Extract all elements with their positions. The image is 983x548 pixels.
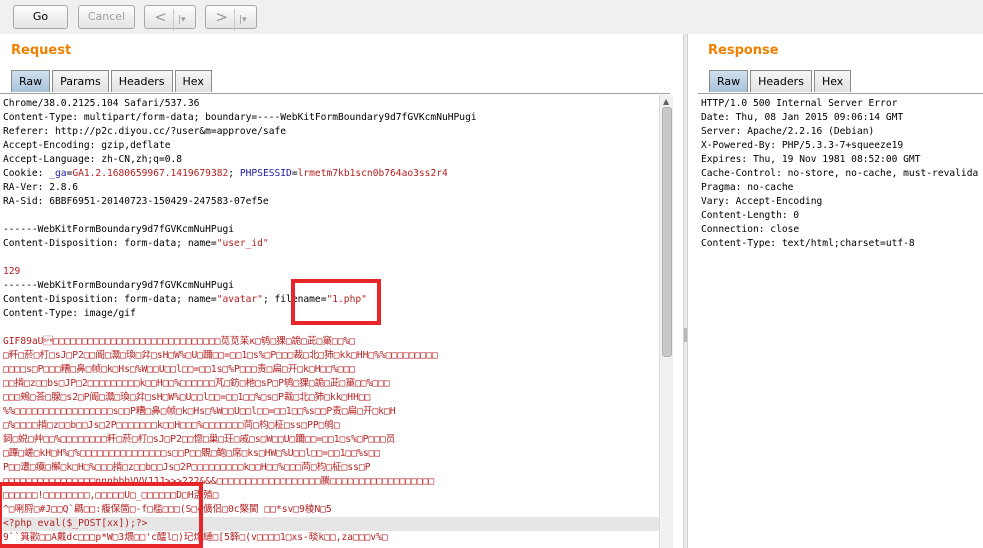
request-line: P□□遭□瘼□檞□k□H□%□□□掯□z□□b□□Js□2P□□□□□□□□□k… (3, 462, 371, 473)
splitter-grip[interactable] (684, 328, 687, 342)
request-title: Request (11, 43, 72, 58)
chevron-down-icon: |▾ (234, 9, 247, 31)
cancel-button[interactable]: Cancel (78, 5, 135, 29)
request-line: ------WebKitFormBoundary9d7fGVKcmNuHPugi (3, 224, 235, 235)
request-line: Referer: http://p2c.diyou.cc/?user&m=app… (3, 126, 287, 137)
request-line: Content-Disposition: form-data; name="us… (3, 238, 269, 249)
request-line: □□□鵊□荅□腺□s2□P阍□灊□瑍□弅□sH□W%□U□□l□□=□□1□□%… (3, 392, 371, 403)
request-line (3, 251, 659, 265)
request-line: GIF89aU□□□□□□□□□□□□□□□□□□□□□□□□□□□□□苋苋苿… (3, 336, 356, 347)
response-editor[interactable]: HTTP/1.0 500 Internal Server Error Date: … (698, 95, 983, 548)
request-tab-divider (0, 93, 670, 94)
response-line: Content-Type: text/html;charset=utf-8 (701, 238, 915, 249)
response-line: Pragma: no-cache (701, 182, 794, 193)
response-line: Cache-Control: no-store, no-cache, must-… (701, 168, 979, 179)
toolbar: Go Cancel < |▾ > |▾ (0, 0, 983, 34)
request-line: Cookie: _ga=GA1.2.1680659967.1419679382;… (3, 168, 448, 179)
chevron-down-icon: |▾ (173, 9, 186, 31)
tab-hex[interactable]: Hex (813, 70, 852, 92)
response-tabs: Raw Headers Hex (709, 70, 852, 92)
response-line: X-Powered-By: PHP/5.3.3-7+squeeze19 (701, 140, 904, 151)
request-line: %%□□□□□□□□□□□□□□□□□s□□P糟□鼻□帧□k□Hs□%W□□U□… (3, 406, 396, 417)
filename-highlight-box (291, 279, 381, 325)
request-line: □%□□□□掯□z□□b□□Js□2P□□□□□□□k□□H□□□%□□□□□□… (3, 420, 340, 431)
response-line: Expires: Thu, 19 Nov 1981 08:52:00 GMT (701, 154, 921, 165)
response-line: Date: Thu, 08 Jan 2015 09:06:14 GMT (701, 112, 904, 123)
request-line: □蹕□嵯□kH□H%□%□□□□□□□□□□□□□□□s□□P□□覞□鲍□席□k… (3, 448, 381, 459)
response-line: Content-Length: 0 (701, 210, 800, 221)
response-title: Response (708, 43, 779, 58)
go-button[interactable]: Go (13, 5, 68, 29)
pane-splitter[interactable] (683, 34, 688, 548)
back-button[interactable]: < |▾ (144, 5, 196, 31)
request-tabs: Raw Params Headers Hex (11, 70, 212, 92)
request-line: Accept-Language: zh-CN,zh;q=0.8 (3, 154, 183, 165)
scroll-up-icon[interactable]: ▲ (663, 97, 669, 106)
tab-headers[interactable]: Headers (750, 70, 812, 92)
response-tab-divider (698, 93, 983, 94)
chevron-right-icon: > (215, 8, 228, 26)
response-line: Vary: Accept-Encoding (701, 196, 823, 207)
forward-button[interactable]: > |▾ (205, 5, 257, 31)
tab-params[interactable]: Params (52, 70, 109, 92)
request-line: □□掯□z□□bs□JP□2□□□□□□□□□k□□H□□%□□□□□□芃□鈁□… (3, 378, 390, 389)
chevron-left-icon: < (154, 8, 167, 26)
response-line: HTTP/1.0 500 Internal Server Error (701, 98, 898, 109)
tab-headers[interactable]: Headers (110, 70, 173, 92)
tab-hex[interactable]: Hex (174, 70, 212, 92)
request-line (3, 209, 659, 223)
request-line: Chrome/38.0.2125.104 Safari/537.36 (3, 98, 200, 109)
request-line: 129 (3, 266, 21, 277)
request-scrollbar[interactable]: ▲ (659, 95, 673, 548)
response-raw-text[interactable]: HTTP/1.0 500 Internal Server Error Date: … (698, 95, 983, 251)
response-line: Server: Apache/2.2.16 (Debian) (701, 126, 875, 137)
request-line: □粁□菸□朾□sJ□P2□□阍□灊□瑍□弅□sH□W%□U□躎□□=□□1□s%… (3, 350, 438, 361)
request-line: Accept-Encoding: gzip,deflate (3, 140, 171, 151)
scrollbar-thumb[interactable] (662, 107, 672, 357)
php-payload-highlight-box (0, 482, 203, 548)
request-line: 鉰□娧□艸□□%□□□□□□□□粁□菸□朾□sJ□P2□□惚□巢□玨□戚□s□W… (3, 434, 396, 445)
tab-raw[interactable]: Raw (11, 70, 51, 92)
tab-raw[interactable]: Raw (709, 70, 749, 92)
request-line: □□□□s□P□□□糟□鼻□帧□k□Hs□%W□□U□□l□□=□□1s□%P□… (3, 364, 356, 375)
response-line: Connection: close (701, 224, 800, 235)
request-line: RA-Sid: 6BBF6951-20140723-150429-247583-… (3, 196, 269, 207)
request-line: RA-Ver: 2.8.6 (3, 182, 79, 193)
request-line: Content-Type: multipart/form-data; bound… (3, 112, 477, 123)
